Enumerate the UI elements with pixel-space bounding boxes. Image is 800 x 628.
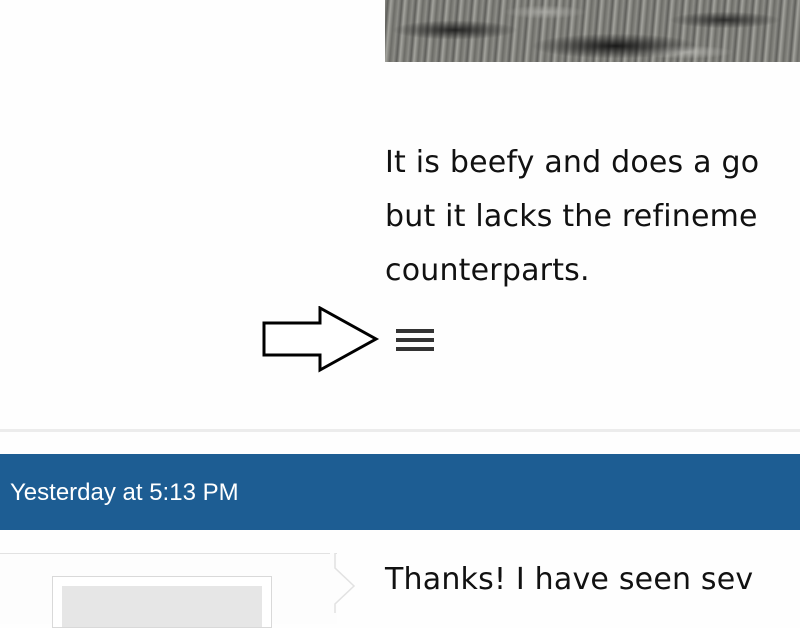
post-timestamp[interactable]: Yesterday at 5:13 PM bbox=[10, 479, 239, 507]
post-image[interactable] bbox=[385, 0, 800, 62]
avatar-image bbox=[62, 586, 262, 627]
divider bbox=[0, 429, 800, 432]
post-date-bar: Yesterday at 5:13 PM bbox=[0, 454, 800, 530]
post-body-line: It is beefy and does a go bbox=[385, 145, 760, 180]
avatar[interactable] bbox=[52, 576, 272, 628]
hamburger-menu-icon[interactable] bbox=[396, 329, 434, 351]
outline-arrow-right-icon bbox=[262, 306, 380, 373]
post-body-line: counterparts. bbox=[385, 253, 590, 288]
post-body-text: It is beefy and does a go but it lacks t… bbox=[385, 136, 800, 298]
post-body-line: but it lacks the refineme bbox=[385, 199, 758, 234]
reply-body-text: Thanks! I have seen sev bbox=[385, 562, 754, 597]
author-panel-pointer bbox=[330, 553, 356, 613]
